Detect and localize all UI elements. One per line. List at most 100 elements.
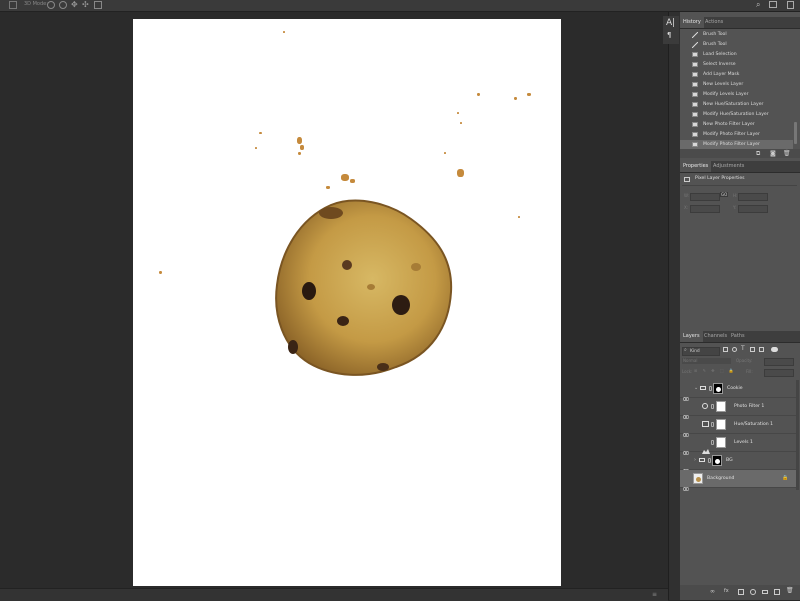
crumb: [514, 97, 517, 100]
brush-icon: [691, 41, 699, 49]
tab-properties[interactable]: Properties: [680, 161, 712, 172]
layer-mask-thumbnail[interactable]: [716, 437, 726, 448]
crumb: [300, 145, 304, 150]
status-menu-icon[interactable]: ≡: [652, 591, 657, 598]
history-tabs: History Actions: [680, 17, 800, 29]
layer-mask-thumbnail[interactable]: [713, 383, 723, 394]
layers-scrollbar[interactable]: [796, 380, 799, 490]
lock-icon[interactable]: 🔒: [782, 475, 788, 481]
tab-adjustments[interactable]: Adjustments: [710, 161, 747, 172]
link-icon: [709, 386, 712, 391]
orbit-3d-icon[interactable]: [47, 1, 55, 9]
crumb: [159, 271, 162, 274]
fill-field[interactable]: [764, 369, 794, 377]
history-state-icon: [692, 142, 698, 147]
visibility-eye-icon[interactable]: [682, 458, 690, 474]
layer-mask-thumbnail[interactable]: [712, 455, 722, 466]
history-item[interactable]: Modify Photo Filter Layer: [680, 130, 793, 140]
new-group-icon[interactable]: [762, 590, 768, 594]
history-state-icon: [692, 72, 698, 77]
fx-icon[interactable]: fx: [724, 588, 729, 594]
link-toggle[interactable]: GO: [720, 192, 729, 197]
history-item[interactable]: Load Selection: [680, 50, 793, 60]
visibility-eye-icon[interactable]: [682, 422, 690, 438]
search-icon: ⌕: [684, 347, 687, 353]
lock-icons[interactable]: ⊞ ✎ ✥ ⬚ 🔒: [694, 368, 736, 373]
layer-row-bg[interactable]: › BG: [680, 452, 797, 474]
tool-preset-icon[interactable]: [9, 1, 17, 9]
history-item[interactable]: New Photo Filter Layer: [680, 120, 793, 130]
history-item[interactable]: New Levels Layer: [680, 80, 793, 90]
height-field[interactable]: [738, 193, 768, 201]
visibility-eye-icon[interactable]: [682, 476, 690, 492]
kind-filter-select[interactable]: ⌕ Kind: [682, 347, 720, 356]
history-item[interactable]: Brush Tool: [680, 40, 793, 50]
tab-paths[interactable]: Paths: [728, 331, 748, 342]
history-item[interactable]: New Hue/Saturation Layer: [680, 100, 793, 110]
paragraph-panel-icon[interactable]: ¶: [667, 31, 671, 40]
blend-mode-select[interactable]: Normal: [682, 358, 731, 364]
add-mask-icon[interactable]: [738, 589, 744, 595]
layer-row-photo-filter[interactable]: Photo Filter 1: [680, 398, 797, 420]
history-state-icon: [692, 62, 698, 67]
slide-3d-icon[interactable]: ✣: [82, 0, 89, 10]
adjustment-layer-icon[interactable]: [750, 589, 756, 595]
trash-icon[interactable]: 🗑: [783, 150, 791, 157]
layer-mask-thumbnail[interactable]: [716, 419, 726, 430]
scale-3d-icon[interactable]: [94, 1, 102, 9]
layer-row-hue-saturation[interactable]: Hue/Saturation 1: [680, 416, 797, 438]
filter-toggle[interactable]: [771, 347, 778, 352]
x-field[interactable]: [690, 205, 720, 213]
filter-pixel-icon[interactable]: [723, 347, 728, 352]
crumb: [326, 186, 330, 189]
search-icon[interactable]: ⌕: [756, 0, 760, 10]
camera-snapshot-icon[interactable]: ◙: [770, 150, 776, 157]
new-document-from-state-icon[interactable]: ⧉: [756, 150, 760, 158]
tab-layers[interactable]: Layers: [680, 331, 703, 342]
opacity-field[interactable]: [764, 358, 794, 366]
filter-type-icon[interactable]: T: [741, 345, 745, 352]
folder-icon: [699, 458, 705, 462]
layer-thumbnail[interactable]: [693, 473, 703, 484]
y-field[interactable]: [738, 205, 768, 213]
crumb: [350, 179, 355, 183]
group-chevron-icon[interactable]: ⌄: [694, 385, 698, 391]
link-layers-icon[interactable]: ∞: [710, 588, 715, 595]
tab-history[interactable]: History: [680, 17, 704, 28]
new-layer-icon[interactable]: [774, 589, 780, 595]
roll-3d-icon[interactable]: [59, 1, 67, 9]
crumb: [255, 147, 257, 149]
visibility-eye-icon[interactable]: [682, 440, 690, 456]
history-state-icon: [692, 52, 698, 57]
history-item[interactable]: Add Layer Mask: [680, 70, 793, 80]
layer-row-background[interactable]: Background 🔒: [680, 470, 797, 492]
layer-row-levels[interactable]: Levels 1: [680, 434, 797, 456]
trash-icon[interactable]: 🗑: [786, 587, 794, 594]
layer-row-cookie[interactable]: ⌄ Cookie: [680, 380, 797, 402]
share-icon[interactable]: [787, 1, 794, 9]
document-canvas[interactable]: [133, 19, 561, 586]
history-item[interactable]: Brush Tool: [680, 30, 793, 40]
filter-adjustment-icon[interactable]: [732, 347, 737, 352]
tab-actions[interactable]: Actions: [702, 17, 726, 28]
workspace-icon[interactable]: [769, 1, 777, 8]
crumb: [457, 169, 464, 177]
filter-smart-object-icon[interactable]: [759, 347, 764, 352]
history-state-icon: [692, 132, 698, 137]
history-item[interactable]: Modify Hue/Saturation Layer: [680, 110, 793, 120]
layer-name: Photo Filter 1: [734, 404, 765, 409]
history-scrollbar[interactable]: [794, 122, 797, 144]
tab-channels[interactable]: Channels: [701, 331, 730, 342]
group-chevron-icon[interactable]: ›: [694, 457, 696, 463]
layer-name: Background: [707, 476, 735, 481]
history-item[interactable]: Modify Levels Layer: [680, 90, 793, 100]
history-item[interactable]: Select Inverse: [680, 60, 793, 70]
filter-shape-icon[interactable]: [750, 347, 755, 352]
character-panel-icon[interactable]: A|: [666, 18, 675, 28]
visibility-eye-icon[interactable]: [682, 404, 690, 420]
width-field[interactable]: [690, 193, 720, 201]
visibility-eye-icon[interactable]: [682, 386, 690, 402]
history-footer: ⧉ ◙ 🗑: [680, 149, 800, 158]
pan-3d-icon[interactable]: ✥: [71, 0, 78, 10]
layer-mask-thumbnail[interactable]: [716, 401, 726, 412]
